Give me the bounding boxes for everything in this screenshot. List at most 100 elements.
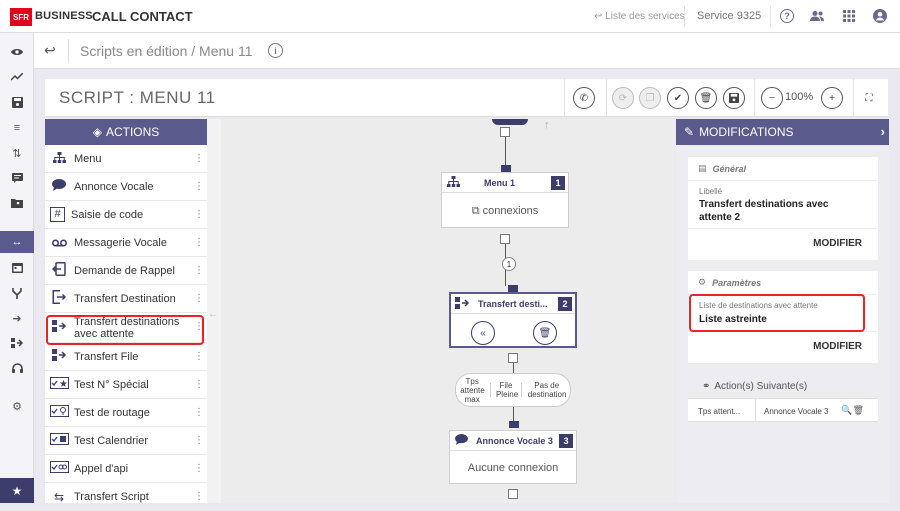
forward-arrow-icon[interactable]: ➜ [0, 307, 34, 329]
node-header: Transfert desti... 2 [451, 294, 575, 314]
phone-test-button[interactable]: ✆ [573, 87, 595, 109]
action-item-annonce-vocale[interactable]: Annonce Vocale ⋮ [45, 173, 207, 201]
settings-gear-icon[interactable]: ⚙ [0, 395, 34, 417]
eye-icon[interactable] [0, 41, 34, 63]
transfer-wait-icon [455, 296, 470, 311]
action-item-messagerie[interactable]: Messagerie Vocale ⋮ [45, 229, 207, 257]
drag-handle-icon[interactable]: ⋮ [194, 293, 204, 304]
users-icon[interactable] [810, 9, 824, 23]
drag-handle-icon[interactable]: ⋮ [194, 407, 204, 418]
zoom-level: 100% [785, 91, 814, 103]
calendar-icon[interactable] [0, 256, 34, 278]
drag-handle-icon[interactable]: ⋮ [194, 491, 204, 502]
clipboard-check-button[interactable]: ✔ [667, 87, 689, 109]
back-arrow-icon[interactable]: ↩ [44, 42, 56, 59]
copy-button[interactable]: ❐ [639, 87, 661, 109]
sort-arrows-icon[interactable]: ⇅ [0, 142, 34, 164]
trash-icon[interactable]: 🗑 [533, 321, 557, 345]
account-icon[interactable] [873, 9, 887, 23]
scroll-up-arrow-icon[interactable]: ↑ [544, 119, 550, 131]
action-item-menu[interactable]: Menu ⋮ [45, 145, 207, 173]
output-port[interactable] [500, 127, 510, 137]
headset-icon[interactable] [0, 357, 34, 379]
playlist-icon[interactable]: ≡ [0, 117, 34, 139]
action-item-label: Demande de Rappel [74, 264, 175, 277]
favorites-star-icon[interactable]: ★ [0, 478, 34, 503]
actions-header: ◈ ACTIONS [45, 119, 207, 145]
service-number[interactable]: Service 9325 [697, 10, 761, 22]
reply-all-icon[interactable]: « [471, 321, 495, 345]
info-icon[interactable]: i [268, 43, 283, 58]
action-item-transfert-file[interactable]: Transfert File ⋮ [45, 343, 207, 371]
script-transfer-icon: ⇆ [53, 490, 65, 504]
action-item-rappel[interactable]: Demande de Rappel ⋮ [45, 257, 207, 285]
output-option[interactable]: File Pleine [493, 381, 519, 399]
action-item-appel-api[interactable]: Appel d'api ⋮ [45, 455, 207, 483]
drag-handle-icon[interactable]: ⋮ [194, 237, 204, 248]
drag-handle-icon[interactable]: ⋮ [194, 181, 204, 192]
save-button[interactable] [723, 87, 745, 109]
node-header: Annonce Vocale 3 3 [450, 431, 576, 451]
node-transfert-destinations[interactable]: Transfert desti... 2 « 🗑 [449, 292, 577, 348]
output-port[interactable] [508, 489, 518, 499]
modifier-params-button[interactable]: MODIFIER [813, 341, 862, 352]
node-menu-1[interactable]: Menu 1 1 ⧉ connexions [441, 172, 569, 228]
brand-text: BUSINESS [35, 10, 93, 22]
transfer-wait-icon[interactable] [0, 332, 34, 354]
drag-handle-icon[interactable]: ⋮ [194, 265, 204, 276]
connector-label[interactable]: 1 [502, 257, 516, 271]
action-item-test-calendrier[interactable]: Test Calendrier ⋮ [45, 427, 207, 455]
help-icon[interactable]: ? [780, 9, 794, 23]
drag-handle-icon[interactable]: ⋮ [194, 463, 204, 474]
code-arrows-icon[interactable]: ↔ [0, 231, 34, 253]
output-port[interactable] [508, 353, 518, 363]
output-options-pill[interactable]: Tps attente max File Pleine Pas de desti… [455, 373, 571, 407]
input-port[interactable] [508, 285, 518, 292]
next-actions-row[interactable]: Tps attent... Annonce Vocale 3 🔍🗑 [688, 398, 878, 422]
hashtag-icon: # [50, 207, 65, 222]
transfer-icon [50, 290, 68, 307]
message-icon[interactable] [0, 167, 34, 189]
sitemap-icon [447, 176, 460, 189]
fullscreen-icon[interactable]: ⛶ [858, 87, 880, 109]
divider [68, 39, 69, 63]
modifier-general-button[interactable]: MODIFIER [813, 238, 862, 249]
drag-handle-icon[interactable]: ⋮ [194, 379, 204, 390]
output-option[interactable]: Pas de destination [525, 381, 569, 399]
drag-handle-icon[interactable]: ⋮ [194, 153, 204, 164]
action-item-transfert-destination[interactable]: Transfert Destination ⋮ [45, 285, 207, 313]
drag-handle-icon[interactable]: ⋮ [194, 209, 204, 220]
zoom-in-button[interactable]: + [821, 87, 843, 109]
delete-button[interactable]: 🗑 [695, 87, 717, 109]
chart-line-icon[interactable] [0, 66, 34, 88]
zoom-out-button[interactable]: − [761, 87, 783, 109]
merge-icon[interactable] [0, 282, 34, 304]
pencil-icon: ✎ [684, 125, 695, 139]
refresh-button[interactable]: ⟳ [612, 87, 634, 109]
node-body-text: Aucune connexion [467, 462, 559, 474]
search-trash-icons[interactable]: 🔍🗑 [841, 405, 864, 416]
action-item-saisie-code[interactable]: # Saisie de code ⋮ [45, 201, 207, 229]
action-item-test-special[interactable]: ★ Test N° Spécial ⋮ [45, 371, 207, 399]
chevron-right-icon[interactable]: › [881, 124, 885, 139]
action-item-transfert-script[interactable]: ⇆ Transfert Script ⋮ [45, 483, 207, 511]
actions-panel: ◈ ACTIONS Menu ⋮ Annonce Vocale ⋮ # Sais… [45, 119, 207, 504]
input-port[interactable] [509, 421, 519, 428]
divider [754, 79, 755, 117]
modifications-header-label: MODIFICATIONS [699, 125, 794, 139]
drag-handle-icon[interactable]: ⋮ [194, 435, 204, 446]
services-link[interactable]: ↩ Liste des services [594, 11, 685, 22]
collapse-arrow-icon[interactable]: ← [208, 309, 218, 320]
action-item-test-routage[interactable]: Test de routage ⋮ [45, 399, 207, 427]
node-body: ⧉ connexions [442, 194, 568, 228]
output-option[interactable]: Tps attente max [457, 377, 487, 404]
connector-line [505, 137, 506, 165]
output-port[interactable] [500, 234, 510, 244]
folder-user-icon[interactable] [0, 192, 34, 214]
drag-handle-icon[interactable]: ⋮ [194, 351, 204, 362]
apps-grid-icon[interactable] [842, 9, 856, 23]
save-icon[interactable] [0, 91, 34, 113]
highlight-annotation [689, 294, 865, 332]
node-annonce-vocale-3[interactable]: Annonce Vocale 3 3 Aucune connexion [449, 430, 577, 484]
input-port[interactable] [501, 165, 511, 172]
